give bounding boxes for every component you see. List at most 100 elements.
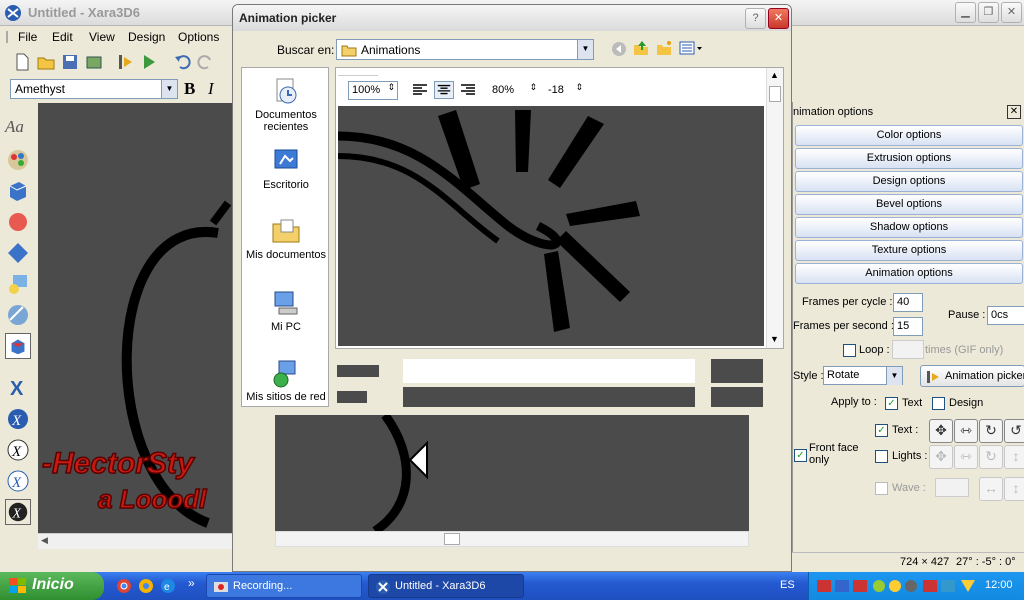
scale-input[interactable]: 80% ⇕ [488,81,540,100]
place-recent-documents[interactable]: Documentos recientes [242,76,330,133]
look-in-chevron-down-icon[interactable]: ▼ [577,40,593,59]
back-icon[interactable] [611,41,627,57]
angle-input[interactable]: -18 ⇕ [544,81,586,100]
bevel-options-button[interactable]: Bevel options [795,194,1023,215]
color-palette-icon[interactable] [5,147,31,173]
xara-x-icon-3[interactable]: X [5,437,31,463]
lights-icon[interactable] [5,271,31,297]
dialog-close-button[interactable]: ✕ [768,8,789,29]
menu-options[interactable]: Options [178,30,219,44]
wave-vertical-button[interactable]: ↕ [1004,477,1024,501]
extrusion-options-button[interactable]: Extrusion options [795,148,1023,169]
text-move-y-button[interactable]: ⇿ [954,419,978,443]
loop-times-input[interactable] [892,340,924,359]
new-folder-icon[interactable] [656,40,672,56]
style-chevron-down-icon[interactable]: ▼ [886,367,902,385]
taskbar-expand-icon[interactable]: » [188,576,195,590]
place-my-documents[interactable]: Mis documentos [242,216,330,261]
task-recording[interactable]: Recording... [206,574,362,598]
extrusion-icon[interactable] [5,178,31,204]
placeholder-button-1[interactable] [711,359,763,383]
text-tool-icon[interactable]: Aa [5,117,31,143]
bottom-scroll-thumb[interactable] [444,533,460,545]
dialog-titlebar[interactable]: Animation picker ? ✕ [233,5,791,31]
canvas-horizontal-scrollbar[interactable]: ◀ [38,533,238,549]
chrome-icon[interactable] [116,578,132,594]
menu-design[interactable]: Design [128,30,165,44]
lights-checkbox[interactable] [875,450,888,463]
redo-icon[interactable] [196,52,216,72]
apply-text-checkbox[interactable]: ✓ [885,397,898,410]
preview-vertical-scrollbar[interactable]: ▲ ▼ [766,68,783,348]
preview-scroll-thumb[interactable] [769,86,781,102]
ie-icon[interactable]: e [160,578,176,594]
maximize-button[interactable]: ❐ [978,2,999,23]
frames-per-second-input[interactable]: 15 [893,317,923,336]
up-folder-icon[interactable] [633,40,649,56]
align-right-icon[interactable] [460,83,476,97]
place-my-computer[interactable]: Mi PC [242,288,330,333]
new-file-icon[interactable] [12,52,32,72]
pause-input[interactable]: 0cs [987,306,1024,325]
undo-icon[interactable] [172,52,192,72]
scroll-up-icon[interactable]: ▲ [770,70,779,80]
loop-checkbox[interactable] [843,344,856,357]
scale-spinner-icon[interactable]: ⇕ [529,82,537,93]
place-desktop[interactable]: Escritorio [242,146,330,191]
italic-button[interactable]: I [208,79,214,99]
menu-file[interactable]: File [18,30,37,44]
dialog-help-button[interactable]: ? [745,8,766,29]
chevron-down-icon[interactable]: ▼ [161,80,177,98]
text-move-x-button[interactable]: ✥ [929,419,953,443]
menu-view[interactable]: View [89,30,115,44]
texture-icon[interactable] [5,302,31,328]
style-select[interactable]: Rotate ▼ [823,366,903,385]
color-options-button[interactable]: Color options [795,125,1023,146]
preview-canvas[interactable] [338,106,764,346]
language-indicator[interactable]: ES [780,579,795,591]
xara-x-icon-4[interactable]: X [5,468,31,494]
xara-x-icon-5[interactable]: X [5,499,31,525]
scroll-down-icon[interactable]: ▼ [770,334,779,344]
frames-per-cycle-input[interactable]: 40 [893,293,923,312]
angle-spinner-icon[interactable]: ⇕ [575,82,583,93]
text-rotate-button[interactable]: ↻ [979,419,1003,443]
main-canvas[interactable]: -HectorSty a Looodl [38,103,238,533]
wave-checkbox[interactable] [875,482,888,495]
placeholder-field-1[interactable] [403,359,695,383]
start-button[interactable]: Inicio [0,572,104,600]
bottom-horizontal-scrollbar[interactable] [275,531,749,547]
bold-button[interactable]: B [184,79,195,99]
open-folder-icon[interactable] [36,52,56,72]
xara-x-icon-2[interactable]: X [5,406,31,432]
font-select[interactable]: Amethyst ▼ [10,79,178,99]
lights-updown-button[interactable]: ↕ [1004,445,1024,469]
align-left-icon[interactable] [412,83,428,97]
minimize-button[interactable]: ▁ [955,2,976,23]
shadow-options-button[interactable]: Shadow options [795,217,1023,238]
lights-move-y-button[interactable]: ⇿ [954,445,978,469]
play-icon[interactable] [139,52,159,72]
shadow-icon[interactable] [5,240,31,266]
placeholder-field-2[interactable] [403,387,695,407]
placeholder-button-2[interactable] [711,387,763,407]
animation-options-button[interactable]: Animation options [795,263,1023,284]
scroll-left-icon[interactable]: ◀ [41,535,48,546]
apply-design-checkbox[interactable] [932,397,945,410]
animation-picker-button[interactable]: Animation picker [920,365,1024,387]
browser-icon[interactable] [138,578,154,594]
text-spin-button[interactable]: ↺ [1004,419,1024,443]
wave-input[interactable] [935,478,969,497]
animation-tool-icon[interactable] [115,52,135,72]
close-button[interactable]: ✕ [1001,2,1022,23]
text-checkbox[interactable]: ✓ [875,424,888,437]
design-options-button[interactable]: Design options [795,171,1023,192]
panel-close-icon[interactable]: ✕ [1007,105,1021,119]
export-icon[interactable] [84,52,104,72]
front-face-checkbox[interactable]: ✓ [794,449,807,462]
wave-horizontal-button[interactable]: ↔ [979,477,1003,501]
tray-icons[interactable] [817,578,977,594]
look-in-select[interactable]: Animations ▼ [336,39,594,60]
place-network[interactable]: Mis sitios de red [242,358,330,403]
xara-x-icon-1[interactable]: X [5,375,31,401]
